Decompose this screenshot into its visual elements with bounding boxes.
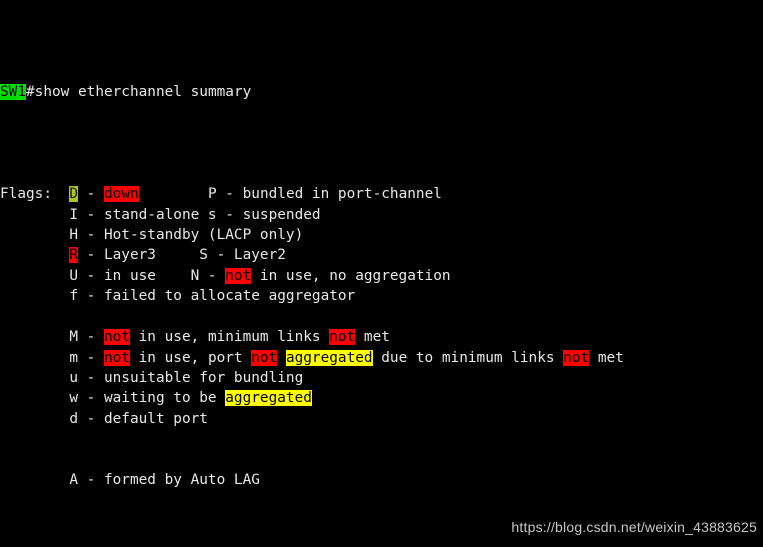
flag-line-flag-h: H - Hot-standby (LACP only)	[0, 225, 693, 245]
flag-text: in use, port	[129, 349, 252, 366]
flag-line-flag-d: Flags: D - down P - bundled in port-chan…	[0, 184, 693, 204]
flag-text: in use, no aggregation	[251, 267, 451, 284]
flag-text: met	[589, 349, 624, 366]
flags-block: Flags: D - down P - bundled in port-chan…	[0, 184, 693, 547]
flag-text: U - in use N -	[69, 267, 226, 284]
flag-line-flag-w: w - waiting to be aggregated	[0, 388, 693, 408]
flag-highlight-olive: D	[69, 186, 78, 203]
flag-line-flag-u-lower: u - unsuitable for bundling	[0, 368, 693, 388]
flag-line-flag-r: R - Layer3 S - Layer2	[0, 245, 693, 265]
flag-line-flag-u: U - in use N - not in use, no aggregatio…	[0, 266, 693, 286]
flag-line-flag-a: A - formed by Auto LAG	[0, 470, 693, 490]
flag-text: M -	[69, 329, 104, 346]
flag-line-blank-1	[0, 307, 693, 327]
flag-highlight-red: not	[103, 329, 130, 346]
flag-highlight-red: not	[329, 329, 356, 346]
flag-text	[277, 350, 286, 366]
flag-text: u - unsuitable for bundling	[69, 370, 304, 386]
flag-highlight-red: not	[103, 349, 130, 366]
flag-line-blank-4	[0, 491, 693, 511]
flag-highlight-red: not	[563, 349, 590, 366]
flag-text: f - failed to allocate aggregator	[69, 288, 356, 305]
command-text: show etherchannel summary	[34, 83, 252, 100]
flag-text: H - Hot-standby (LACP only)	[69, 226, 304, 243]
flag-line-flag-f: f - failed to allocate aggregator	[0, 286, 693, 306]
flag-text: P - bundled in port-channel	[138, 186, 442, 203]
flag-text: I - stand-alone s - suspended	[69, 206, 321, 223]
flag-line-flag-m-lower: m - not in use, port not aggregated due …	[0, 348, 693, 368]
flag-highlight-yellow: aggregated	[285, 349, 373, 366]
terminal-screen: SW1#show etherchannel summary Flags: D -…	[0, 0, 693, 547]
terminal-window[interactable]: SW1#show etherchannel summary Flags: D -…	[0, 0, 763, 547]
flag-text: w - waiting to be	[69, 390, 226, 407]
flag-highlight-red: not	[251, 349, 278, 366]
prompt-symbol: #	[26, 83, 35, 100]
flag-line-blank-2	[0, 429, 693, 449]
flag-highlight-red: R	[69, 247, 78, 264]
flag-text: d - default port	[69, 410, 208, 427]
flag-text: -	[78, 186, 104, 203]
flag-line-blank-3	[0, 450, 693, 470]
flag-highlight-red: down	[104, 186, 139, 203]
flags-label: Flags:	[0, 186, 61, 203]
flag-text: m -	[69, 349, 104, 366]
flag-text: A - formed by Auto LAG	[69, 472, 260, 489]
watermark-url: https://blog.csdn.net/weixin_43883625	[511, 519, 757, 535]
flag-highlight-yellow: aggregated	[225, 390, 312, 407]
prompt-hostname: SW1	[0, 83, 26, 100]
flag-text: in use, minimum links	[129, 329, 330, 346]
flag-line-flag-d-lower: d - default port	[0, 409, 693, 429]
flag-text: met	[355, 329, 390, 346]
flag-line-flag-i: I - stand-alone s - suspended	[0, 205, 693, 225]
flag-highlight-red: not	[225, 267, 252, 284]
command-line: SW1#show etherchannel summary	[0, 82, 693, 102]
flag-text: due to minimum links	[372, 349, 564, 366]
flag-text: - Layer3 S - Layer2	[77, 247, 286, 264]
flag-line-flag-m-upper: M - not in use, minimum links not met	[0, 327, 693, 347]
